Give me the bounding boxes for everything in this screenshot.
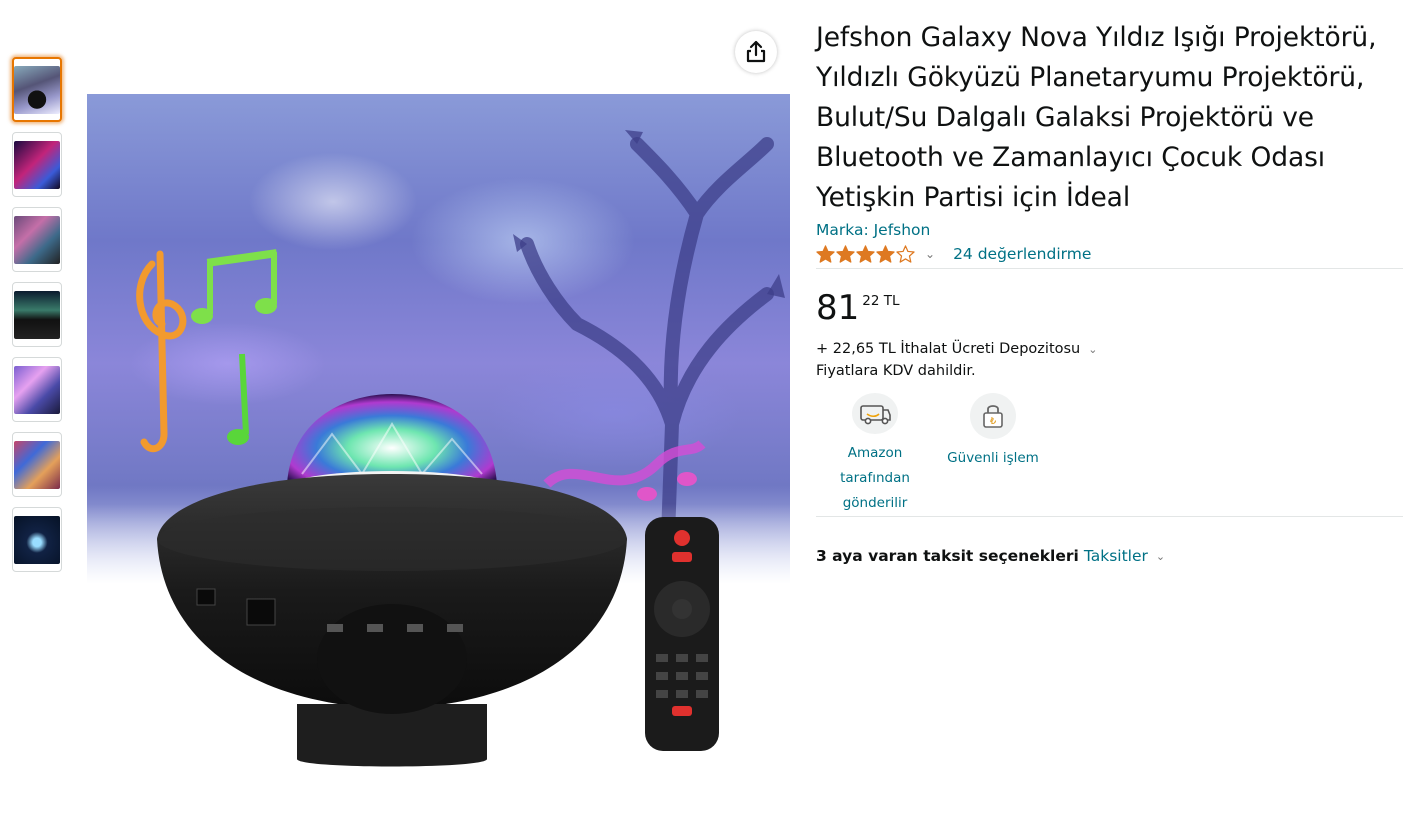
thumbnail-image [14,365,60,414]
star-icon [836,245,855,263]
thumbnail-image [14,515,60,564]
projector-lamp [157,394,627,767]
star-icon [816,245,835,263]
divider [816,268,1403,269]
product-info: Jefshon Galaxy Nova Yıldız Işığı Projekt… [816,18,1404,565]
badge-label: Güvenli işlem [947,450,1039,466]
installment-link[interactable]: Taksitler [1084,547,1148,565]
thumbnail-6[interactable] [12,432,62,497]
thumbnail-image [14,140,60,189]
price: 81 22 TL [816,289,1404,327]
thumbnail-2[interactable] [12,132,62,197]
price-fraction: 22 TL [862,293,900,309]
main-product-image[interactable] [87,94,790,784]
reviews-link[interactable]: 24 değerlendirme [953,245,1091,263]
share-icon [746,40,766,63]
badge-amazon-delivery[interactable]: Amazon tarafından gönderilir [816,393,934,516]
product-title: Jefshon Galaxy Nova Yıldız Işığı Projekt… [816,22,1377,213]
vat-note: Fiyatlara KDV dahildir. [816,363,976,379]
trust-badges: Amazon tarafından gönderilir ₺ Güvenli i… [816,393,1404,516]
star-rating[interactable] [816,245,915,263]
badge-secure-transaction[interactable]: ₺ Güvenli işlem [934,393,1052,516]
thumbnail-4[interactable] [12,282,62,347]
divider [816,516,1403,517]
thumbnail-image [14,215,60,264]
remote-control [645,517,719,751]
svg-text:₺: ₺ [990,416,997,427]
brand-link[interactable]: Marka: Jefshon [816,221,1404,239]
installment-row: 3 aya varan taksit seçenekleri Taksitler… [816,547,1404,565]
badge-label: Amazon tarafından gönderilir [840,445,910,511]
thumbnail-5[interactable] [12,357,62,422]
thumbnail-image [14,290,60,339]
rating-row: ⌄ 24 değerlendirme [816,243,1404,265]
installment-text: 3 aya varan taksit seçenekleri [816,547,1079,565]
import-fee-text: + 22,65 TL İthalat Ücreti Depozitosu [816,341,1081,357]
chevron-down-icon[interactable]: ⌄ [1156,550,1165,563]
share-button[interactable] [735,31,777,73]
thumbnail-3[interactable] [12,207,62,272]
lock-icon: ₺ [970,393,1016,439]
import-fee[interactable]: + 22,65 TL İthalat Ücreti Depozitosu ⌄ [816,341,1404,357]
star-icon [896,245,915,263]
thumbnail-image [14,440,60,489]
thumbnail-1[interactable] [12,57,62,122]
price-whole: 81 [816,288,860,328]
thumbnail-7[interactable] [12,507,62,572]
thumbnail-image [14,65,60,114]
star-icon [876,245,895,263]
chevron-down-icon[interactable]: ⌄ [925,247,935,261]
thumbnail-list [12,57,62,582]
delivery-van-icon [852,393,898,434]
star-icon [856,245,875,263]
chevron-down-icon[interactable]: ⌄ [1088,343,1097,356]
